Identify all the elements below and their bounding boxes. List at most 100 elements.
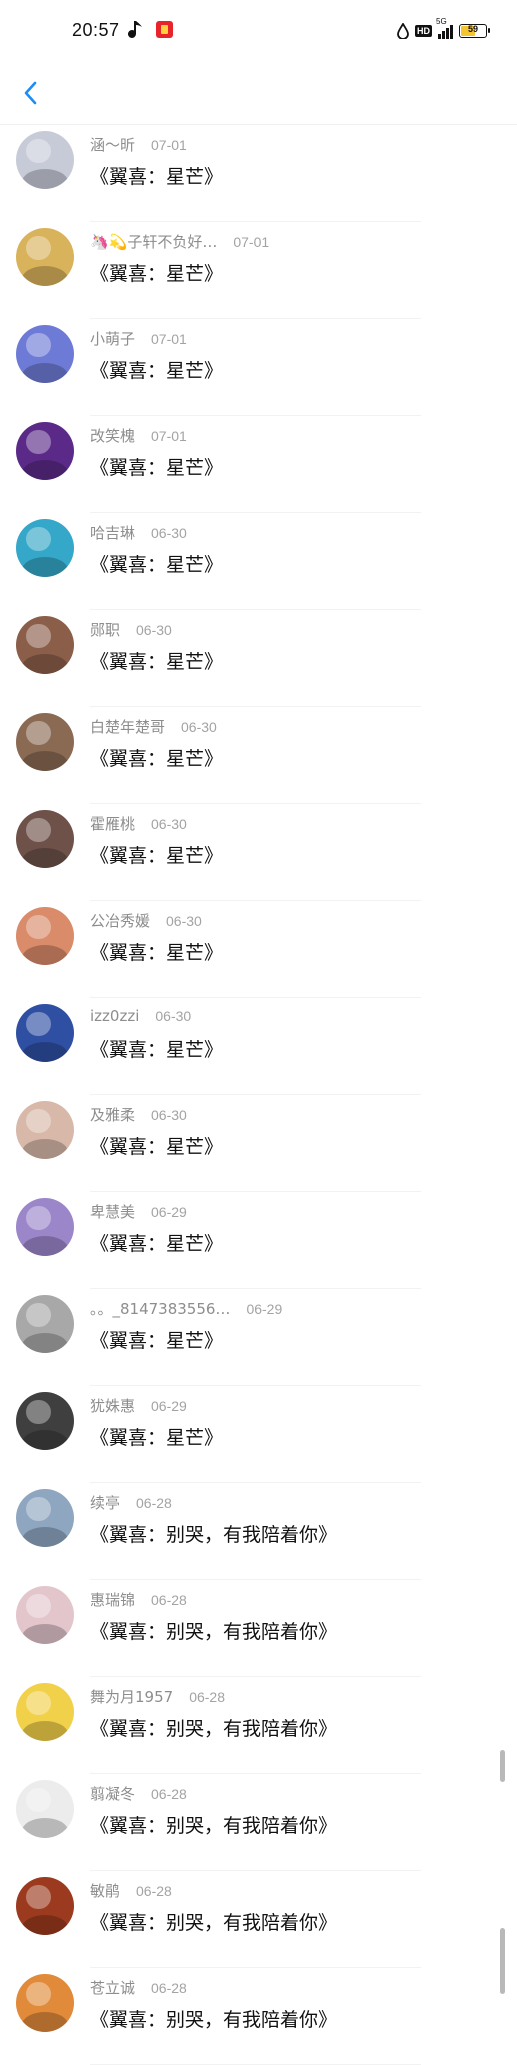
avatar[interactable] [16, 228, 74, 286]
comment-date: 06-30 [151, 816, 187, 832]
comment-date: 07-01 [151, 137, 187, 153]
scrollbar-thumb[interactable] [500, 1750, 505, 1782]
work-title: 《翼喜：别哭，有我陪着你》 [90, 1912, 338, 1934]
work-title: 《翼喜：星芒》 [90, 1233, 224, 1255]
list-item[interactable]: 及雅柔 06-30 《翼喜：星芒》 [0, 1095, 517, 1192]
user-name[interactable]: 哈吉琳 [90, 524, 135, 542]
user-name[interactable]: izz0zzi [90, 1007, 139, 1025]
avatar[interactable] [16, 325, 74, 383]
list-item[interactable]: 敏鹃 06-28 《翼喜：别哭，有我陪着你》 [0, 1871, 517, 1968]
hd-icon: HD [415, 25, 432, 37]
user-name[interactable]: 涵～昕 [90, 136, 135, 154]
list-item[interactable]: 哈吉琳 06-30 《翼喜：星芒》 [0, 513, 517, 610]
comment-meta: 涵～昕 07-01 [90, 134, 187, 155]
navigation-bar [0, 62, 517, 125]
list-item[interactable]: 卑慧美 06-29 《翼喜：星芒》 [0, 1192, 517, 1289]
comment-meta: 犹姝惠 06-29 [90, 1395, 187, 1416]
avatar[interactable] [16, 519, 74, 577]
work-title: 《翼喜：星芒》 [90, 263, 224, 285]
work-title: 《翼喜：星芒》 [90, 651, 224, 673]
avatar[interactable] [16, 1101, 74, 1159]
comment-date: 06-30 [151, 525, 187, 541]
user-name[interactable]: 公冶秀媛 [90, 912, 150, 930]
work-title: 《翼喜：别哭，有我陪着你》 [90, 1815, 338, 1837]
comment-date: 06-28 [136, 1883, 172, 1899]
avatar[interactable] [16, 907, 74, 965]
comment-date: 07-01 [151, 428, 187, 444]
avatar[interactable] [16, 1780, 74, 1838]
avatar[interactable] [16, 1974, 74, 2032]
user-name[interactable]: 犹姝惠 [90, 1397, 135, 1415]
user-name[interactable]: 卑慧美 [90, 1203, 135, 1221]
comment-date: 06-28 [136, 1495, 172, 1511]
list-item[interactable]: 舞为月1957 06-28 《翼喜：别哭，有我陪着你》 [0, 1677, 517, 1774]
user-name[interactable]: 改笑槐 [90, 427, 135, 445]
comment-date: 06-30 [166, 913, 202, 929]
comment-meta: 舞为月1957 06-28 [90, 1686, 225, 1707]
avatar[interactable] [16, 616, 74, 674]
list-item[interactable]: 惠瑞锦 06-28 《翼喜：别哭，有我陪着你》 [0, 1580, 517, 1677]
avatar[interactable] [16, 1295, 74, 1353]
list-item[interactable]: 郧职 06-30 《翼喜：星芒》 [0, 610, 517, 707]
user-name[interactable]: 翦凝冬 [90, 1785, 135, 1803]
user-name[interactable]: 白楚年楚哥 [90, 718, 165, 736]
comment-meta: 卑慧美 06-29 [90, 1201, 187, 1222]
signal-icon: 5G [436, 17, 453, 39]
work-title: 《翼喜：星芒》 [90, 1427, 224, 1449]
work-title: 《翼喜：别哭，有我陪着你》 [90, 1718, 338, 1740]
comment-date: 06-28 [151, 1786, 187, 1802]
user-name[interactable]: 苍立诚 [90, 1979, 135, 1997]
comment-meta: 哈吉琳 06-30 [90, 522, 187, 543]
list-item[interactable]: 小萌子 07-01 《翼喜：星芒》 [0, 319, 517, 416]
list-item[interactable]: 霍雁桃 06-30 《翼喜：星芒》 [0, 804, 517, 901]
list-item[interactable]: 涵～昕 07-01 《翼喜：星芒》 [0, 125, 517, 222]
list-item[interactable]: 。。_8147383556… 06-29 《翼喜：星芒》 [0, 1289, 517, 1386]
work-title: 《翼喜：星芒》 [90, 748, 224, 770]
avatar[interactable] [16, 1489, 74, 1547]
work-title: 《翼喜：星芒》 [90, 1039, 224, 1061]
avatar[interactable] [16, 1586, 74, 1644]
comment-date: 06-30 [155, 1008, 192, 1024]
user-name[interactable]: 续亭 [90, 1494, 120, 1512]
user-name[interactable]: 及雅柔 [90, 1106, 135, 1124]
list-item[interactable]: 白楚年楚哥 06-30 《翼喜：星芒》 [0, 707, 517, 804]
avatar[interactable] [16, 131, 74, 189]
list-item[interactable]: 🦄💫子轩不负好… 07-01 《翼喜：星芒》 [0, 222, 517, 319]
list-item[interactable]: izz0zzi 06-30 《翼喜：星芒》 [0, 998, 517, 1095]
comment-meta: 翦凝冬 06-28 [90, 1783, 187, 1804]
user-name[interactable]: 小萌子 [90, 330, 135, 348]
user-name[interactable]: 舞为月1957 [90, 1688, 173, 1706]
list-item[interactable]: 续亭 06-28 《翼喜：别哭，有我陪着你》 [0, 1483, 517, 1580]
status-bar: 20:57 HD 5G 59 [0, 0, 517, 62]
back-button[interactable] [14, 76, 48, 110]
user-name[interactable]: 惠瑞锦 [90, 1591, 135, 1609]
comment-meta: 🦄💫子轩不负好… 07-01 [90, 231, 269, 252]
user-name[interactable]: 🦄💫子轩不负好… [90, 233, 217, 251]
avatar[interactable] [16, 1004, 74, 1062]
comment-meta: 公冶秀媛 06-30 [90, 910, 202, 931]
list-item[interactable]: 苍立诚 06-28 《翼喜：别哭，有我陪着你》 [0, 1968, 517, 2065]
user-name[interactable]: 霍雁桃 [90, 815, 135, 833]
red-packet-icon [156, 21, 173, 38]
list-item[interactable]: 犹姝惠 06-29 《翼喜：星芒》 [0, 1386, 517, 1483]
data-saver-icon [397, 23, 409, 39]
scrollbar-thumb[interactable] [500, 1928, 505, 1994]
avatar[interactable] [16, 810, 74, 868]
avatar[interactable] [16, 422, 74, 480]
comment-meta: 续亭 06-28 [90, 1492, 172, 1513]
user-name[interactable]: 。。_8147383556… [90, 1300, 230, 1318]
list-item[interactable]: 改笑槐 07-01 《翼喜：星芒》 [0, 416, 517, 513]
comment-date: 06-28 [151, 1592, 187, 1608]
list-item[interactable]: 公冶秀媛 06-30 《翼喜：星芒》 [0, 901, 517, 998]
comment-meta: 郧职 06-30 [90, 619, 172, 640]
avatar[interactable] [16, 1392, 74, 1450]
battery-percentage: 59 [467, 24, 478, 34]
comment-date: 06-28 [189, 1689, 225, 1705]
avatar[interactable] [16, 1198, 74, 1256]
avatar[interactable] [16, 1877, 74, 1935]
avatar[interactable] [16, 713, 74, 771]
avatar[interactable] [16, 1683, 74, 1741]
list-item[interactable]: 翦凝冬 06-28 《翼喜：别哭，有我陪着你》 [0, 1774, 517, 1871]
user-name[interactable]: 敏鹃 [90, 1882, 120, 1900]
user-name[interactable]: 郧职 [90, 621, 120, 639]
